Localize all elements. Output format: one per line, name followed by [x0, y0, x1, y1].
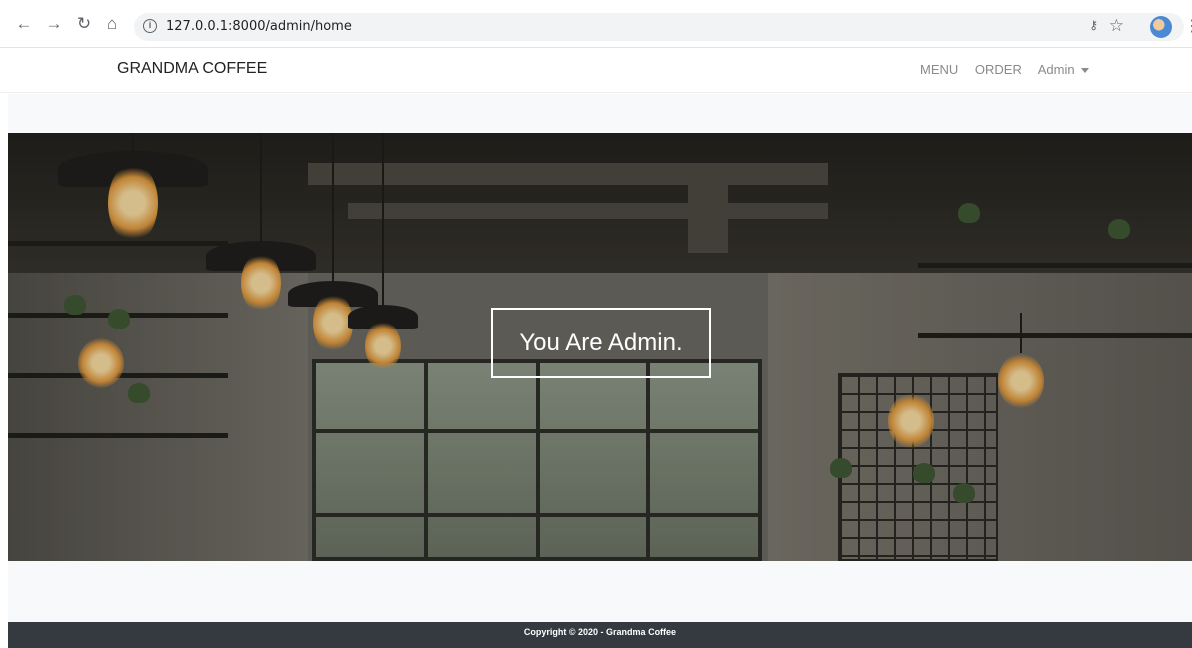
brand-link[interactable]: GRANDMA COFFEE	[117, 60, 267, 78]
page-content: You Are Admin. Copyright © 2020 - Grandm…	[8, 94, 1192, 648]
browser-toolbar: ← → ↻ ⌂ i 127.0.0.1:8000/admin/home ⚷ ☆ …	[0, 0, 1192, 48]
caret-down-icon	[1080, 68, 1089, 74]
key-icon[interactable]: ⚷	[1089, 18, 1098, 32]
site-navbar: GRANDMA COFFEE MENU ORDER Admin	[0, 49, 1192, 93]
footer-copyright: Copyright © 2020 - Grandma Coffee	[523, 627, 677, 637]
info-icon[interactable]: i	[143, 19, 157, 33]
reload-icon[interactable]: ↻	[74, 14, 94, 34]
nav-admin-label: Admin	[1037, 62, 1075, 77]
hero-title-box: You Are Admin.	[491, 308, 711, 378]
nav-order-link[interactable]: ORDER	[975, 62, 1022, 77]
address-bar[interactable]: i 127.0.0.1:8000/admin/home ⚷ ☆	[134, 13, 1184, 41]
profile-avatar[interactable]	[1150, 16, 1172, 38]
home-icon[interactable]: ⌂	[102, 14, 122, 34]
more-icon[interactable]: ⋮	[1184, 16, 1192, 36]
star-icon[interactable]: ☆	[1109, 16, 1124, 36]
nav-admin-dropdown[interactable]: Admin	[1038, 62, 1089, 77]
hero-title: You Are Admin.	[519, 329, 683, 356]
nav-links: MENU ORDER Admin	[920, 62, 1102, 77]
nav-menu-link[interactable]: MENU	[920, 62, 958, 77]
footer: Copyright © 2020 - Grandma Coffee	[8, 622, 1192, 648]
url-text[interactable]: 127.0.0.1:8000/admin/home	[166, 19, 352, 34]
browser-window: ← → ↻ ⌂ i 127.0.0.1:8000/admin/home ⚷ ☆ …	[0, 0, 1192, 648]
forward-icon[interactable]: →	[44, 14, 64, 34]
hero-banner: You Are Admin.	[8, 133, 1192, 561]
back-icon[interactable]: ←	[14, 14, 34, 34]
